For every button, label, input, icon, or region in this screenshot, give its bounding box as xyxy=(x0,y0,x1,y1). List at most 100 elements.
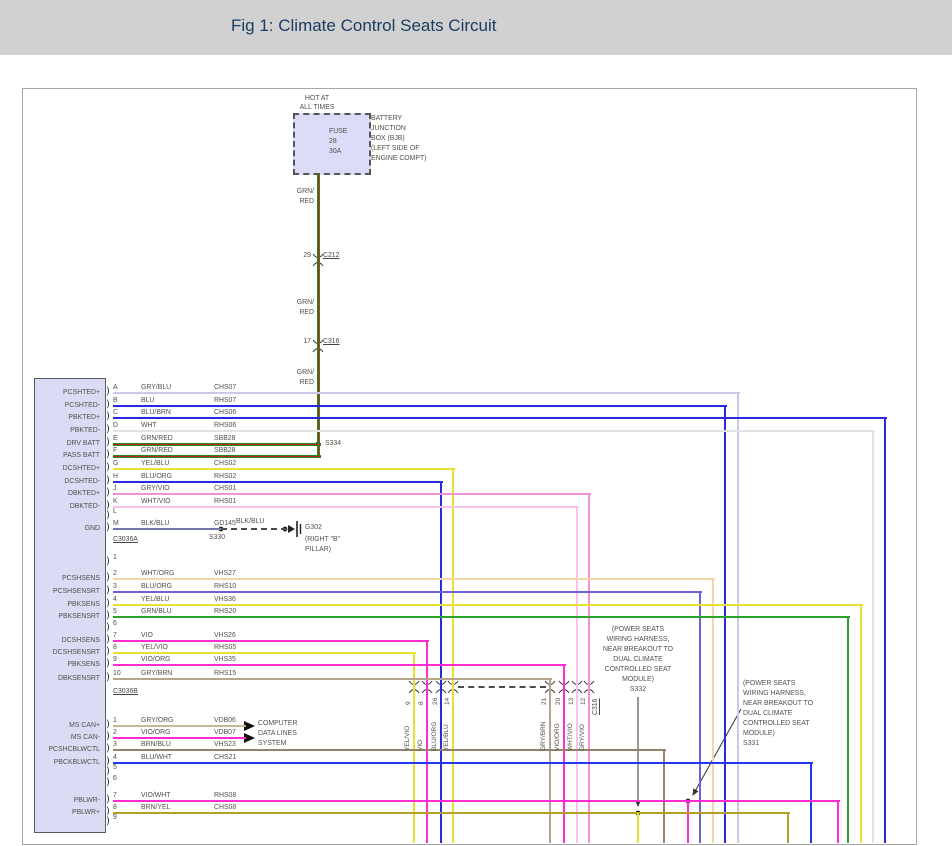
circuit-label: SBB28 xyxy=(214,446,235,455)
inline-connector-pin: 29 xyxy=(285,251,311,260)
pin-arc: ) xyxy=(106,599,110,608)
pin-function-label: PCSHCBLWCTL xyxy=(34,745,100,754)
circuit-label: RHS02 xyxy=(214,472,236,481)
pin-id: K xyxy=(113,497,118,506)
pin-arc: ) xyxy=(106,732,110,741)
pin-arc: ) xyxy=(106,767,110,776)
c316-pin-id: 13 xyxy=(567,690,576,705)
wire-color-label: BLU xyxy=(141,396,154,405)
s331-annotation: WIRING HARNESS, xyxy=(743,689,806,698)
circuit-label: RHS10 xyxy=(214,582,236,591)
pin-arc: ) xyxy=(106,611,110,620)
pin-id: 3 xyxy=(113,740,117,749)
wire-color-label: YEL/BLU xyxy=(141,459,169,468)
pin-function-label: MS CAN- xyxy=(34,733,100,742)
s332-annotation: MODULE) xyxy=(580,675,696,684)
wire-color-label: BLK/BLU xyxy=(236,517,264,526)
s331-annotation: DUAL CLIMATE xyxy=(743,709,792,718)
battery-junction-box-label: BOX (BJB) xyxy=(371,134,405,143)
splice-label-s330: S330 xyxy=(209,533,225,542)
circuit-label: RHS08 xyxy=(214,791,236,800)
wire-color-label: GRN/RED xyxy=(141,434,173,443)
wire-color-label: GRN/BLU xyxy=(141,607,172,616)
wire-battery-feed xyxy=(317,173,320,456)
pin-arc: ) xyxy=(106,795,110,804)
wire-vhs26 xyxy=(113,640,429,642)
pin-function-label: DCSHTED- xyxy=(34,477,100,486)
hot-at-all-times-label: HOT AT xyxy=(285,94,349,103)
wire-chs02 xyxy=(113,468,455,470)
pin-id: 8 xyxy=(113,803,117,812)
wire-color-label: BLU/ORG xyxy=(141,582,172,591)
wire-c316-dash xyxy=(458,686,546,688)
ground-arrow-icon xyxy=(288,525,295,533)
battery-junction-box-label: ENGINE COMPT) xyxy=(371,154,427,163)
pin-function-label: PBKSENS xyxy=(34,600,100,609)
wire-rhs10 xyxy=(113,591,702,593)
pin-id: 1 xyxy=(113,716,117,725)
wire-vdb07 xyxy=(113,737,246,739)
c316-pin-id: 9 xyxy=(404,690,413,705)
pin-function-label: PCSHSENS xyxy=(34,574,100,583)
wire-color-label: BRN/BLU xyxy=(141,740,171,749)
pin-function-label: PBCKBLWCTL xyxy=(34,758,100,767)
pin-arc: ) xyxy=(106,720,110,729)
pin-arc: ) xyxy=(106,623,110,632)
pin-arc: ) xyxy=(106,387,110,396)
pin-function-label: PCSHSENSRT xyxy=(34,587,100,596)
wire-color-label-vertical: VIO xyxy=(416,705,425,751)
connector-id[interactable]: C3036B xyxy=(113,687,138,696)
circuit-label: GD145 xyxy=(214,519,236,528)
s332-annotation: NEAR BREAKOUT TO xyxy=(580,645,696,654)
pin-arc: ) xyxy=(106,438,110,447)
pin-arc: ) xyxy=(106,463,110,472)
wire-rhs20 xyxy=(113,616,850,618)
wire-chs01 xyxy=(113,493,591,495)
computer-data-lines-label: COMPUTER xyxy=(258,719,297,728)
pin-arc: ) xyxy=(106,476,110,485)
pin-arc: ) xyxy=(106,757,110,766)
wire-rhs05 xyxy=(113,652,416,654)
battery-junction-box-label: JUNCTION xyxy=(371,124,406,133)
s332-annotation: (POWER SEATS xyxy=(580,625,696,634)
ground-location-label: (RIGHT "B" xyxy=(305,535,340,544)
wire-color-label: VIO/WHT xyxy=(141,791,170,800)
pin-function-label: DBKTED- xyxy=(34,502,100,511)
pin-function-label: PBKTED+ xyxy=(34,413,100,422)
wire-rhs08-drop xyxy=(687,801,689,843)
circuit-label: VDB07 xyxy=(214,728,236,737)
pin-function-label: PBKSENSRT xyxy=(34,612,100,621)
wire-rhs01 xyxy=(576,507,578,843)
pin-id: 3 xyxy=(113,582,117,591)
page: Fig 1: Climate Control Seats Circuit HOT… xyxy=(0,0,952,846)
wire-color-label-vertical: YEL/BLU xyxy=(442,705,451,751)
battery-junction-box-label: (LEFT SIDE OF xyxy=(371,144,420,153)
c316-pin-id: 14 xyxy=(443,690,452,705)
wire-chs08 xyxy=(787,813,789,843)
s331-annotation: CONTROLLED SEAT xyxy=(743,719,810,728)
pin-function-label: PBKSENS xyxy=(34,660,100,669)
inline-connector-id[interactable]: C212 xyxy=(323,251,339,260)
wire-rhs15 xyxy=(549,679,551,843)
wire-rhs06 xyxy=(113,430,875,432)
wire-rhs08 xyxy=(113,800,840,802)
pin-arc: ) xyxy=(106,673,110,682)
inline-connector-id[interactable]: C316 xyxy=(323,337,339,346)
c316-pin-id: 8 xyxy=(417,690,426,705)
wire-color-label-vertical: GRY/VIO xyxy=(578,705,587,751)
circuit-label: RHS07 xyxy=(214,396,236,405)
wire-vhs27 xyxy=(113,578,715,580)
wire-chs08 xyxy=(113,812,790,814)
circuit-label: RHS05 xyxy=(214,643,236,652)
wire-vhs35 xyxy=(563,665,565,843)
connector-id[interactable]: C3036A xyxy=(113,535,138,544)
s331-annotation: (POWER SEATS xyxy=(743,679,795,688)
wire-vhs36 xyxy=(860,605,862,843)
pin-arc: ) xyxy=(106,744,110,753)
pin-id: 5 xyxy=(113,607,117,616)
pin-id: B xyxy=(113,396,118,405)
wire-vhs35 xyxy=(113,664,566,666)
computer-data-lines-label: DATA LINES xyxy=(258,729,297,738)
pin-id: 7 xyxy=(113,791,117,800)
pin-id: 8 xyxy=(113,643,117,652)
